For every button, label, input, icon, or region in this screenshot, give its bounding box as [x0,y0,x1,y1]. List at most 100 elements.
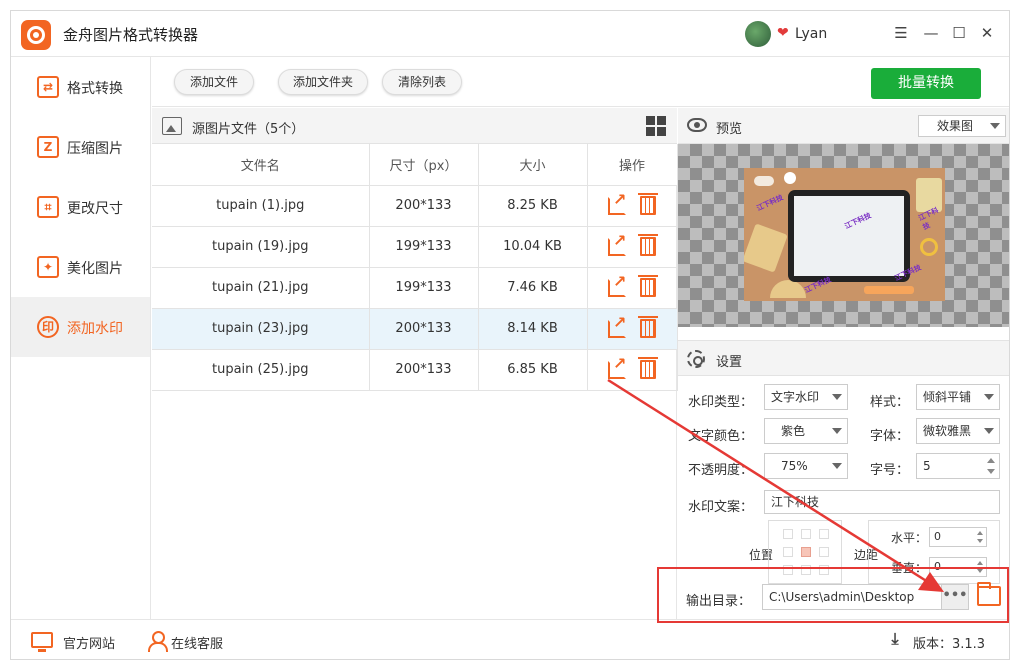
output-path-input[interactable]: C:\Users\admin\Desktop [762,584,942,610]
increment-icon[interactable] [977,561,983,565]
font-select[interactable]: 微软雅黑 [916,418,1000,444]
sidebar-item-label: 格式转换 [67,81,123,97]
grid-view-icon[interactable] [646,116,666,136]
sidebar-item-label: 美化图片 [67,261,123,277]
decrement-icon[interactable] [987,469,995,474]
opacity-select[interactable]: 75% [764,453,848,479]
increment-icon[interactable] [977,531,983,535]
file-dimensions-cell: 199*133 [369,267,479,309]
table-row[interactable]: tupain (21).jpg 199*133 7.46 KB [152,267,678,309]
online-service-link[interactable]: 在线客服 [171,633,223,652]
table-header-row: 文件名 尺寸（px） 大小 操作 [152,144,678,186]
clear-list-button[interactable]: 清除列表 [382,69,462,95]
preview-image: 江下科技 江下科技 江下科技 江下科技 江下科技 [744,168,945,301]
horizontal-stepper[interactable]: 0 [929,527,987,547]
preview-header: 预览 效果图 [678,108,1009,144]
trash-icon[interactable] [638,193,658,215]
support-person-icon[interactable] [148,631,168,652]
file-table: 文件名 尺寸（px） 大小 操作 tupain (1).jpg 200*133 … [152,144,678,391]
sidebar-item-watermark[interactable]: 印 添加水印 [11,297,150,357]
file-size-cell: 8.25 KB [478,185,588,227]
chevron-down-icon [984,394,994,400]
sidebar-item-compress[interactable]: Z 压缩图片 [11,117,150,177]
font-size-value: 5 [923,459,931,473]
sidebar-item-beautify[interactable]: ✦ 美化图片 [11,237,150,297]
add-file-button[interactable]: 添加文件 [174,69,254,95]
chevron-down-icon [832,463,842,469]
file-name-cell: tupain (19).jpg [152,226,370,268]
minimize-icon[interactable]: — [919,21,943,45]
official-website-link[interactable]: 官方网站 [63,633,115,652]
app-window: 金舟图片格式转换器 ❤ Lyan ☰ — ☐ ✕ ⇄ 格式转换 Z 压缩图片 ⌗… [10,10,1010,660]
sidebar-item-resize[interactable]: ⌗ 更改尺寸 [11,177,150,237]
watermark-type-select[interactable]: 文字水印 [764,384,848,410]
file-dimensions-cell: 200*133 [369,185,479,227]
sidebar-item-format-convert[interactable]: ⇄ 格式转换 [11,57,150,117]
app-title: 金舟图片格式转换器 [63,26,199,44]
actions-cell [587,185,678,227]
style-label: 样式： [870,395,910,410]
open-external-icon[interactable] [608,272,626,297]
download-icon[interactable]: ⤓ [887,631,903,649]
actions-cell [587,349,678,391]
file-size-cell: 10.04 KB [478,226,588,268]
watermark-text-input[interactable]: 江下科技 [764,490,1000,514]
file-dimensions-cell: 200*133 [369,308,479,350]
column-header-size: 大小 [478,144,588,186]
watermark-icon: 印 [37,316,59,338]
file-size-cell: 7.46 KB [478,267,588,309]
maximize-icon[interactable]: ☐ [947,21,971,45]
preview-canvas: 江下科技 江下科技 江下科技 江下科技 江下科技 [678,144,1009,327]
style-value: 倾斜平铺 [923,390,972,404]
settings-header: 设置 [678,340,1009,376]
close-icon[interactable]: ✕ [975,21,999,45]
file-dimensions-cell: 200*133 [369,349,479,391]
eye-icon [687,118,707,132]
decrement-icon[interactable] [977,539,983,543]
text-color-select[interactable]: 紫色 [764,418,848,444]
watermark-sample: 江下科技 [755,193,785,213]
actions-cell [587,267,678,309]
font-size-stepper[interactable]: 5 [916,453,1000,479]
table-row[interactable]: tupain (1).jpg 200*133 8.25 KB [152,185,678,227]
opacity-value: 75% [781,459,808,473]
table-row[interactable]: tupain (19).jpg 199*133 10.04 KB [152,226,678,268]
style-select[interactable]: 倾斜平铺 [916,384,1000,410]
sidebar-item-label: 更改尺寸 [67,201,123,217]
trash-icon[interactable] [638,275,658,297]
file-name-cell: tupain (1).jpg [152,185,370,227]
increment-icon[interactable] [987,458,995,463]
trash-icon[interactable] [638,357,658,379]
vip-heart-icon: ❤ [777,25,789,41]
chevron-down-icon [984,428,994,434]
folder-open-icon[interactable] [977,582,1001,606]
column-header-filename: 文件名 [152,144,370,186]
open-external-icon[interactable] [608,190,626,215]
file-name-cell: tupain (23).jpg [152,308,370,350]
file-size-cell: 6.85 KB [478,349,588,391]
open-external-icon[interactable] [608,354,626,379]
browse-button[interactable]: ••• [941,584,969,610]
avatar[interactable] [745,21,771,47]
open-external-icon[interactable] [608,231,626,256]
font-label: 字体： [870,429,910,444]
menu-icon[interactable]: ☰ [889,21,913,45]
trash-icon[interactable] [638,234,658,256]
trash-icon[interactable] [638,316,658,338]
monitor-icon[interactable] [31,632,53,652]
table-row[interactable]: tupain (25).jpg 200*133 6.85 KB [152,349,678,391]
preview-mode-select[interactable]: 效果图 [918,115,1006,137]
status-bar: 官方网站 在线客服 ⤓ 版本：3.1.3 [11,619,1009,659]
right-panel: 预览 效果图 江下科技 江下科技 江下科技 江下科技 江下科技 设置 水印类型：… [678,108,1009,619]
gear-icon [687,350,705,368]
image-icon [162,117,182,135]
preview-title: 预览 [716,122,743,137]
app-logo-icon [21,20,51,50]
add-folder-button[interactable]: 添加文件夹 [278,69,368,95]
file-panel-title: 源图片文件（5个） [192,122,305,137]
username[interactable]: Lyan [795,26,827,42]
text-color-label: 文字颜色： [688,429,754,444]
table-row-selected[interactable]: tupain (23).jpg 200*133 8.14 KB [152,308,678,350]
batch-convert-button[interactable]: 批量转换 [871,68,981,99]
open-external-icon[interactable] [608,313,626,338]
